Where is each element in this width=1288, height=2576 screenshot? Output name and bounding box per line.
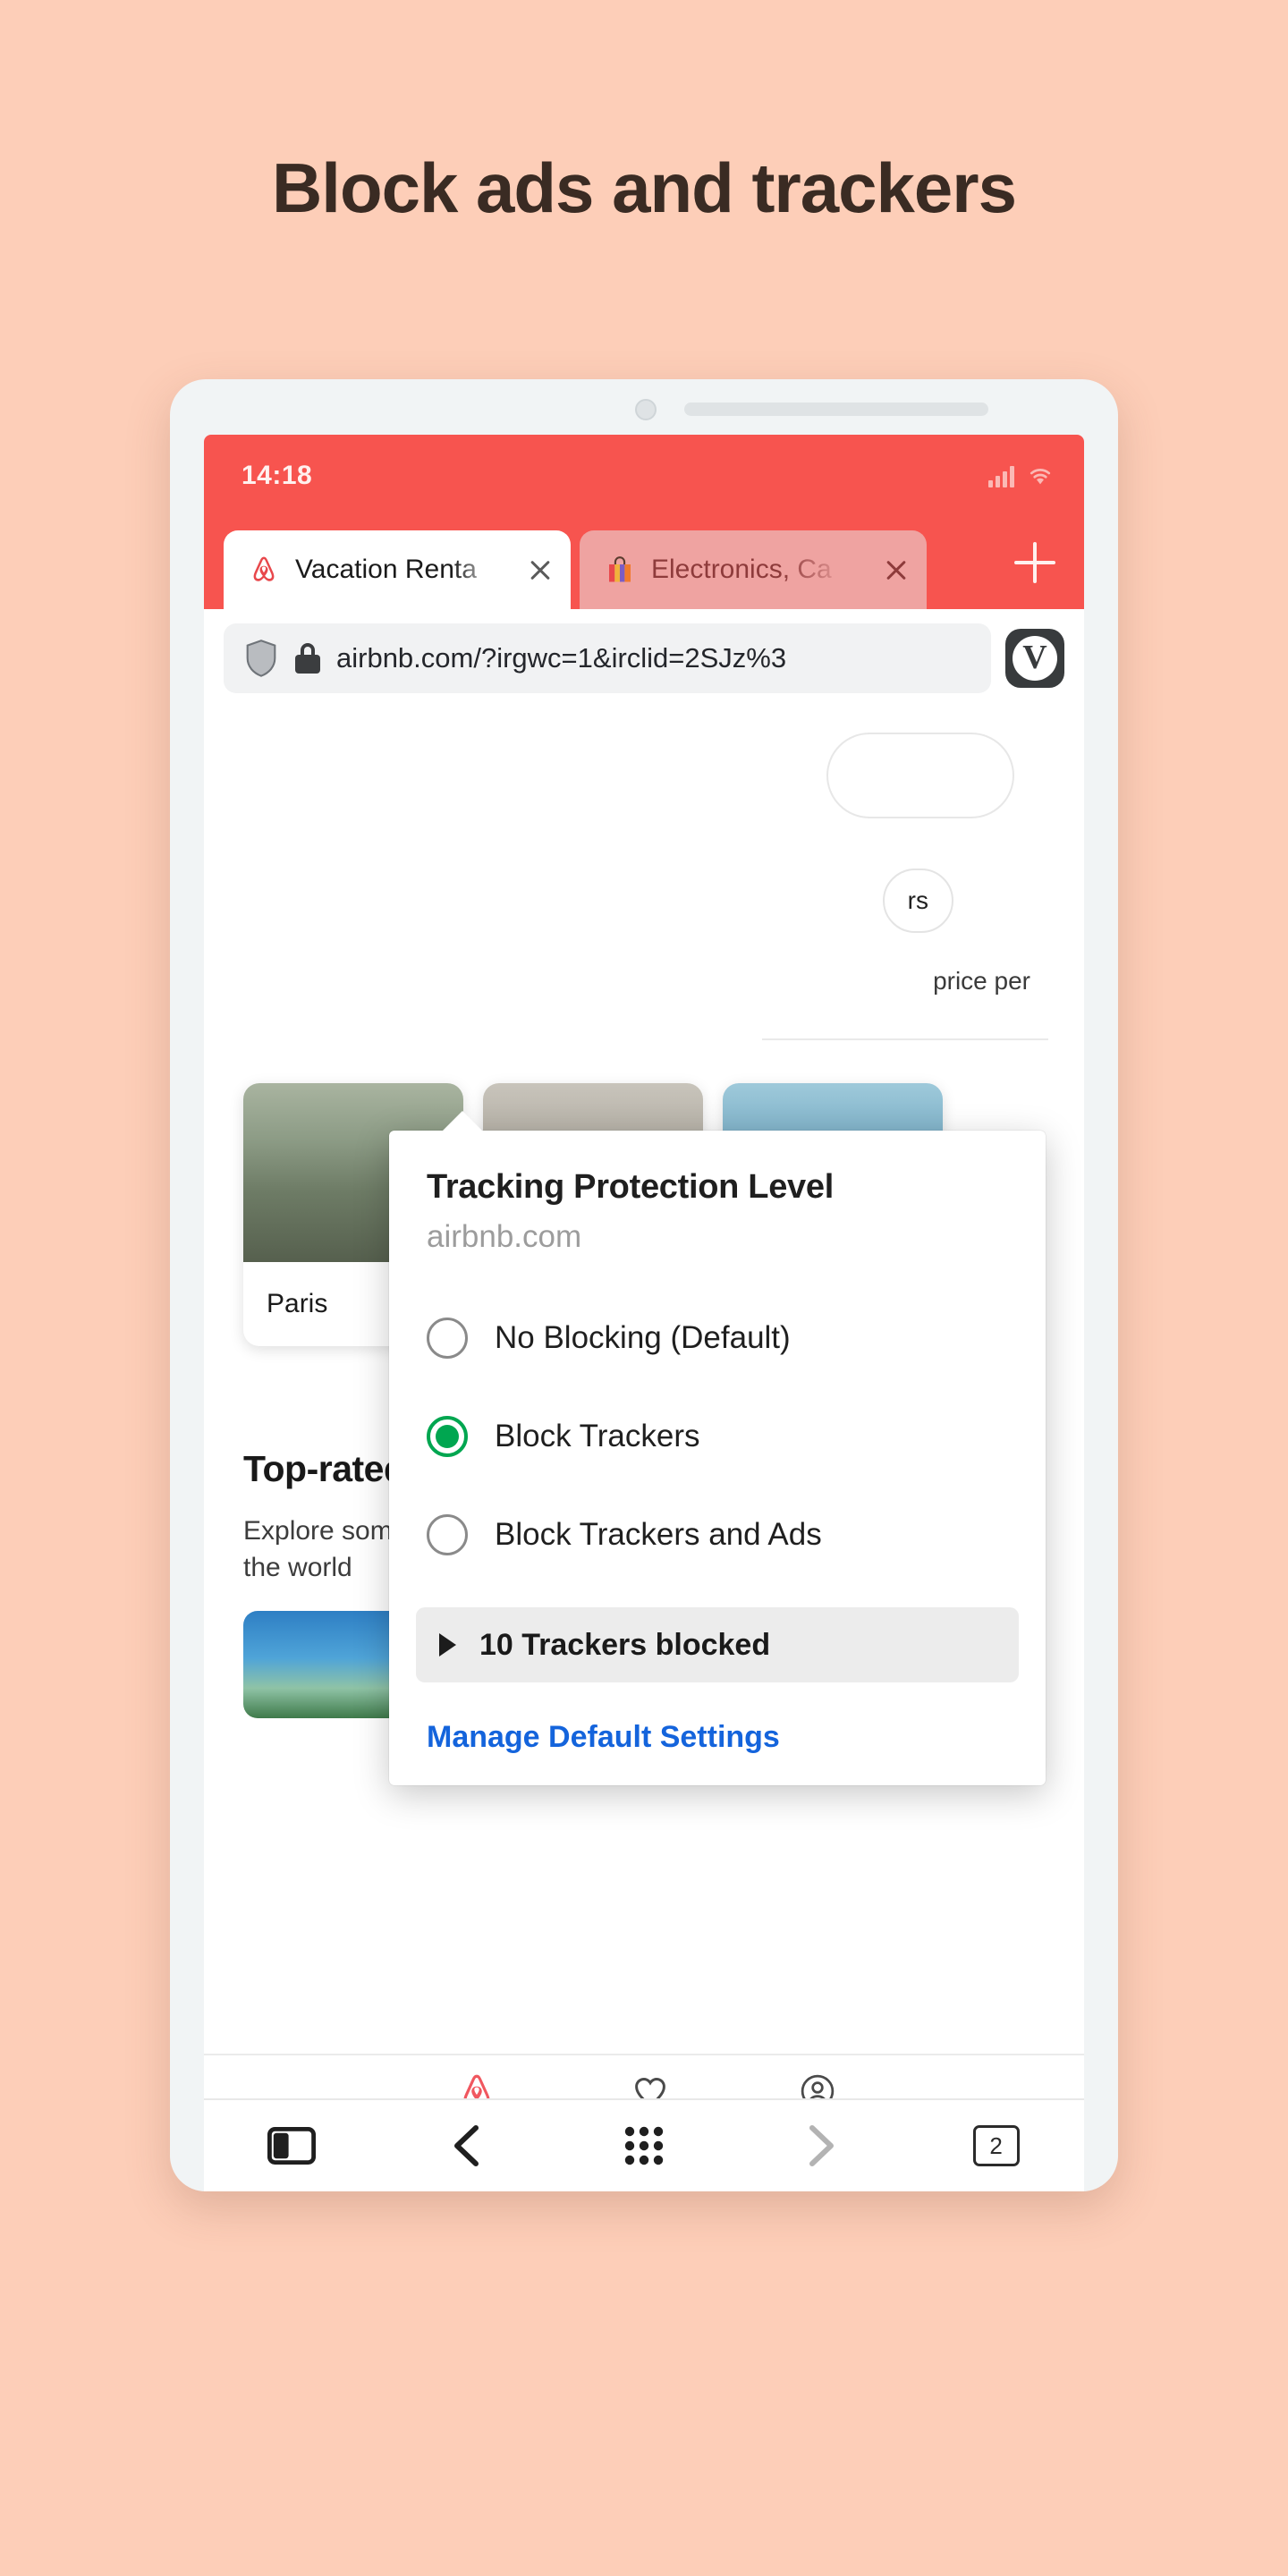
popup-domain: airbnb.com [427,1219,582,1254]
price-note: price per [933,967,1030,995]
url-text: airbnb.com/?irgwc=1&irclid=2SJz%3 [336,642,787,674]
chevron-right-icon [439,1633,456,1657]
tab-count-label: 2 [972,2125,1020,2166]
trackers-blocked-row[interactable]: 10 Trackers blocked [416,1607,1019,1682]
search-pill[interactable] [826,733,1014,818]
address-field[interactable]: airbnb.com/?irgwc=1&irclid=2SJz%3 [224,623,991,693]
camera-icon [635,399,657,420]
airbnb-logo-icon [247,553,281,587]
lock-icon [295,643,320,674]
tab-count-button[interactable]: 2 [964,2116,1029,2175]
browser-tab-vacation-rentals[interactable]: Vacation Renta [224,530,571,609]
radio-icon[interactable] [427,1318,468,1359]
wifi-icon [1030,469,1051,485]
new-tab-button[interactable] [1011,538,1059,587]
chevron-right-icon[interactable] [788,2116,852,2175]
vivaldi-initial: V [1022,639,1047,676]
browser-tab-electronics[interactable]: Electronics, Ca [580,530,927,609]
option-label: Block Trackers [495,1419,700,1453]
filter-chip[interactable]: rs [882,869,953,933]
shopping-bag-icon [603,553,637,587]
vivaldi-logo-icon[interactable]: V [1005,629,1064,688]
radio-icon-selected[interactable] [427,1416,468,1457]
app-grid-icon[interactable] [612,2116,676,2175]
manage-default-settings-link[interactable]: Manage Default Settings [389,1720,1046,1755]
option-label: Block Trackers and Ads [495,1517,822,1552]
trackers-blocked-label: 10 Trackers blocked [479,1627,771,1662]
option-block-trackers-and-ads[interactable]: Block Trackers and Ads [427,1486,1008,1584]
chevron-left-icon[interactable] [436,2116,500,2175]
option-label: No Blocking (Default) [495,1320,791,1355]
option-block-trackers[interactable]: Block Trackers [427,1387,1008,1486]
status-icons [988,464,1054,487]
address-bar-row: airbnb.com/?irgwc=1&irclid=2SJz%3 V [204,609,1084,708]
divider [762,1038,1048,1040]
shield-icon[interactable] [243,639,279,678]
phone-bezel-top [170,379,1118,435]
tracking-protection-popup: Tracking Protection Level airbnb.com No … [389,1111,1046,1785]
close-icon[interactable] [878,552,914,588]
page-title: Block ads and trackers [271,148,1017,227]
protection-level-options: No Blocking (Default) Block Trackers Blo… [389,1255,1046,1584]
status-clock: 14:18 [242,461,313,490]
radio-icon[interactable] [427,1514,468,1555]
close-icon[interactable] [522,552,558,588]
tab-strip: Vacation Renta Electronics, Ca [204,517,1084,609]
status-bar: 14:18 [204,435,1084,517]
panel-toggle-icon[interactable] [259,2116,324,2175]
cellular-signal-icon [988,464,1014,487]
tab-label: Vacation Renta [295,555,477,584]
phone-frame: 14:18 Vacation Renta Electronics, Ca air… [170,379,1118,2191]
popup-title: Tracking Protection Level [427,1168,834,1206]
speaker-grille [684,402,988,416]
browser-bottom-toolbar: 2 [204,2098,1084,2191]
tab-label: Electronics, Ca [651,555,832,584]
option-no-blocking[interactable]: No Blocking (Default) [427,1289,1008,1387]
